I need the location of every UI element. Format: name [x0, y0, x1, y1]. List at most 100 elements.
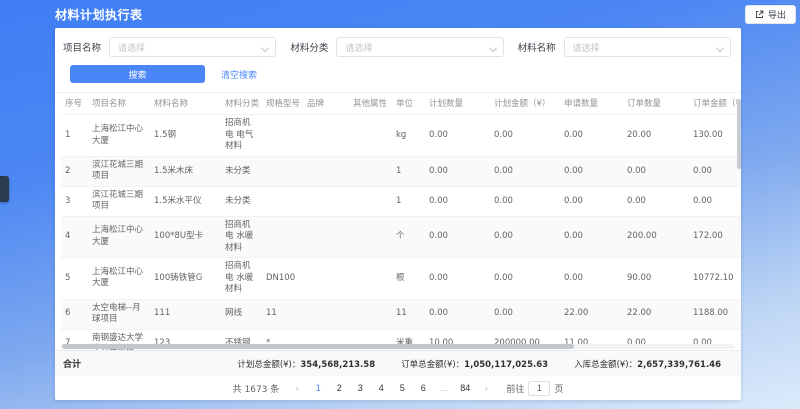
page-button-84[interactable]: 84 [458, 381, 472, 395]
export-button[interactable]: 导出 [745, 5, 796, 24]
page-button-4[interactable]: 4 [374, 381, 388, 395]
table-cell: 0.00 [490, 299, 560, 329]
table-cell: 0.00 [425, 216, 490, 257]
table-cell [303, 299, 349, 329]
table-cell: 网线 [221, 299, 262, 329]
table-cell: 1 [392, 186, 425, 216]
table-cell: 上海松江中心大厦 [88, 216, 150, 257]
table-cell: 0.00 [490, 115, 560, 156]
page-button-3[interactable]: 3 [353, 381, 367, 395]
goto-page: 前往 页 [506, 381, 563, 396]
column-header: 其他属性 [349, 93, 392, 115]
next-page-button[interactable]: › [479, 381, 493, 395]
table-cell: 3 [61, 186, 88, 216]
table-cell: 根 [392, 258, 425, 299]
summary-total-label: 合计 [63, 357, 81, 370]
table-row[interactable]: 2滨江花城三期项目1.5米木床未分类10.000.000.000.000.00 [61, 156, 741, 186]
project-select[interactable]: 请选择 [109, 37, 276, 57]
column-header: 规格型号 [262, 93, 303, 115]
table-cell: 0.00 [560, 216, 623, 257]
horizontal-scrollbar[interactable] [62, 344, 574, 349]
table-cell: 2 [61, 156, 88, 186]
table-cell: 4 [61, 216, 88, 257]
table-cell: 未分类 [221, 186, 262, 216]
table-cell [262, 156, 303, 186]
clear-search-link[interactable]: 清空搜索 [221, 68, 257, 81]
table-row[interactable]: 4上海松江中心大厦100*8U型卡招商机电 水暖材料个0.000.000.002… [61, 216, 741, 257]
table-cell: 招商机电 电气材料 [221, 115, 262, 156]
table-cell: 滨江花城三期项目 [88, 186, 150, 216]
table-cell: 0.00 [425, 186, 490, 216]
collapsed-sidebar-handle[interactable] [0, 176, 9, 202]
table-row[interactable]: 6太空电梯--月球项目111网线11110.000.0022.0022.0011… [61, 299, 741, 329]
page-button-2[interactable]: 2 [332, 381, 346, 395]
filter-bar: 项目名称 请选择 材料分类 请选择 材料名称 请选择 [55, 28, 741, 63]
goto-page-input[interactable] [528, 381, 550, 396]
table-cell: 太空电梯--月球项目 [88, 299, 150, 329]
table-cell [262, 216, 303, 257]
goto-suffix: 页 [554, 382, 563, 395]
material-name-select[interactable]: 请选择 [564, 37, 731, 57]
planned-total-amount: 计划总金额(¥)：354,568,213.58 [237, 358, 375, 370]
chevron-down-icon [717, 45, 723, 51]
table-cell [303, 258, 349, 299]
table-cell: 滨江花城三期项目 [88, 156, 150, 186]
page-button-5[interactable]: 5 [395, 381, 409, 395]
table-cell [303, 216, 349, 257]
table-cell: 0.00 [560, 115, 623, 156]
table-cell: 100铸铁管G [150, 258, 221, 299]
table-cell: 0.00 [623, 156, 689, 186]
table-cell: 22.00 [560, 299, 623, 329]
pagination-bar: 共 1673 条 ‹ 123456...84 › 前往 页 [55, 376, 741, 400]
table-cell [303, 115, 349, 156]
horizontal-scrollbar-track [61, 344, 735, 349]
table-cell: 0.00 [425, 299, 490, 329]
table-row[interactable]: 1上海松江中心大厦1.5钢招商机电 电气材料kg0.000.000.0020.0… [61, 115, 741, 156]
table-cell: 0.00 [425, 115, 490, 156]
table-cell [349, 115, 392, 156]
filter-project-label: 项目名称 [63, 40, 101, 54]
page-button-6[interactable]: 6 [416, 381, 430, 395]
column-header: 品牌 [303, 93, 349, 115]
column-header: 申请数量 [560, 93, 623, 115]
table-cell: 1.5米木床 [150, 156, 221, 186]
table-cell: 0.00 [425, 258, 490, 299]
table-row[interactable]: 5上海松江中心大厦100铸铁管G招商机电 水暖材料DN100根0.000.000… [61, 258, 741, 299]
filter-material-name-label: 材料名称 [518, 40, 556, 54]
table-row[interactable]: 3滨江花城三期项目1.5米水平仪未分类10.000.000.000.000.00 [61, 186, 741, 216]
order-total-amount: 订单总金额(¥)：1,050,117,025.63 [401, 358, 548, 370]
table-cell: 上海松江中心大厦 [88, 115, 150, 156]
search-button[interactable]: 搜索 [70, 65, 205, 83]
more-pages-icon[interactable]: ... [437, 381, 451, 395]
material-category-select[interactable]: 请选择 [336, 37, 503, 57]
table-cell: 0.00 [490, 186, 560, 216]
page-background: 材料计划执行表 导出 项目名称 请选择 材料分类 请选择 [0, 0, 800, 409]
vertical-scrollbar[interactable] [737, 99, 741, 169]
table-cell [349, 156, 392, 186]
table-cell: 0.00 [490, 258, 560, 299]
table-cell: 1.5米水平仪 [150, 186, 221, 216]
table-cell: 0.00 [689, 186, 741, 216]
table-cell: 100*8U型卡 [150, 216, 221, 257]
table-cell [349, 258, 392, 299]
table-cell: 0.00 [560, 186, 623, 216]
export-button-label: 导出 [768, 8, 786, 21]
table-cell: 200.00 [623, 216, 689, 257]
table-cell: 1188.00 [689, 299, 741, 329]
project-select-placeholder: 请选择 [118, 41, 145, 54]
material-plan-table: 序号项目名称材料名称材料分类规格型号品牌其他属性单位计划数量计划金额（¥）申请数… [61, 93, 741, 350]
table-cell: 未分类 [221, 156, 262, 186]
table-cell: 上海松江中心大厦 [88, 258, 150, 299]
table-cell: 0.00 [623, 186, 689, 216]
summary-totals: 计划总金额(¥)：354,568,213.58 订单总金额(¥)：1,050,1… [237, 358, 721, 370]
table-cell: 6 [61, 299, 88, 329]
table-cell: 1 [392, 156, 425, 186]
table-cell: 0.00 [490, 156, 560, 186]
page-button-1[interactable]: 1 [311, 381, 325, 395]
prev-page-button[interactable]: ‹ [290, 381, 304, 395]
table-cell: 个 [392, 216, 425, 257]
table-cell [349, 216, 392, 257]
table-cell: 招商机电 水暖材料 [221, 216, 262, 257]
filter-actions: 搜索 清空搜索 [55, 63, 741, 93]
table-cell [349, 299, 392, 329]
